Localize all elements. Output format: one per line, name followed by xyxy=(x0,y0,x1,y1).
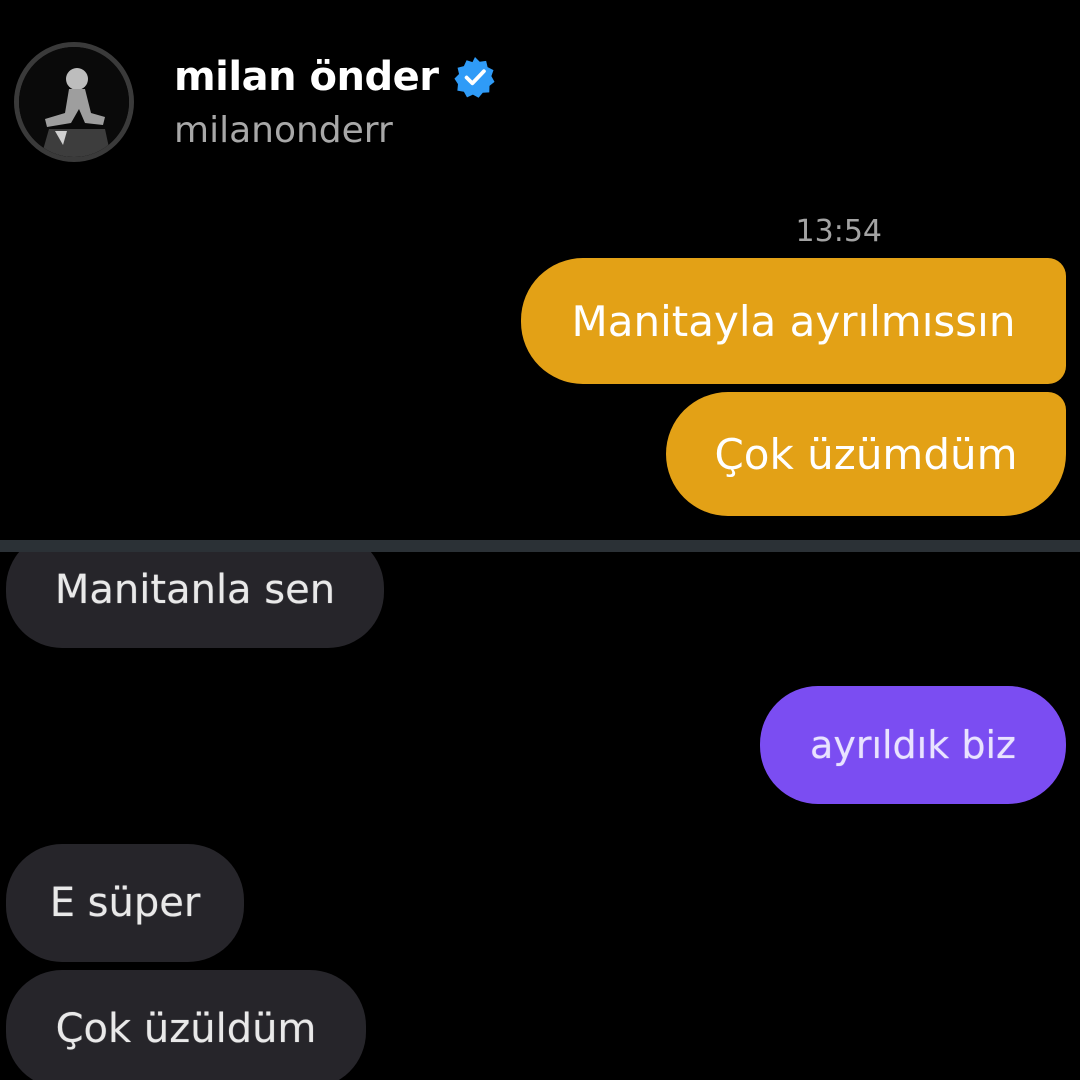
avatar[interactable] xyxy=(14,42,134,162)
message-bubble-incoming[interactable]: Çok üzüldüm xyxy=(6,970,366,1080)
profile-header[interactable]: milan önder xyxy=(174,52,496,102)
profile-name[interactable]: milan önder xyxy=(174,54,439,100)
message-timestamp: 13:54 xyxy=(795,214,882,249)
message-text: ayrıldık biz xyxy=(810,723,1016,767)
message-bubble-outgoing[interactable]: Manitayla ayrılmıssın xyxy=(521,258,1066,384)
screenshot-divider xyxy=(0,540,1080,552)
message-bubble-outgoing[interactable]: Çok üzümdüm xyxy=(666,392,1066,516)
dm-screenshot-top: milan önder milanonderr 13:54 Manitayla … xyxy=(0,0,1080,540)
message-text: E süper xyxy=(49,880,201,926)
message-text: Çok üzümdüm xyxy=(714,429,1018,479)
message-text: Manitanla sen xyxy=(54,567,336,613)
message-bubble-outgoing[interactable]: ayrıldık biz xyxy=(760,686,1066,804)
message-bubble-incoming[interactable]: E süper xyxy=(6,844,244,962)
message-bubble-incoming[interactable]: Manitanla sen xyxy=(6,552,384,648)
verified-badge-icon xyxy=(454,56,496,98)
profile-handle: milanonderr xyxy=(174,110,393,151)
message-text: Manitayla ayrılmıssın xyxy=(571,296,1016,346)
avatar-photo xyxy=(19,47,129,157)
dm-screenshot-bottom: Manitanla sen ayrıldık biz E süper Çok ü… xyxy=(0,552,1080,1080)
message-text: Çok üzüldüm xyxy=(55,1006,317,1052)
